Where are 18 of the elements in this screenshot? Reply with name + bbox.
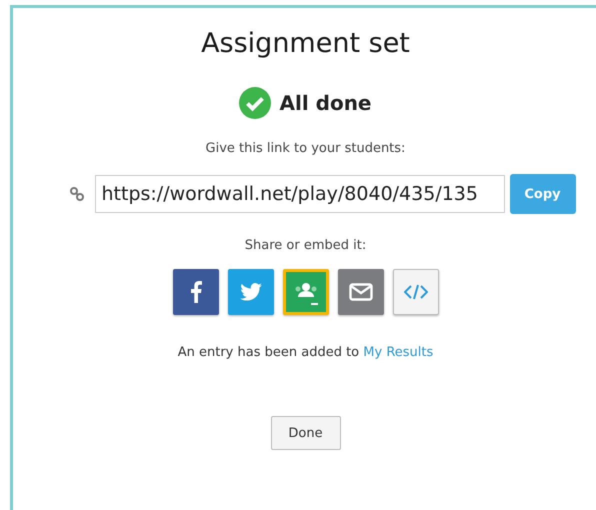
link-icon [70,187,84,201]
email-share-button[interactable] [338,269,384,315]
facebook-share-button[interactable] [172,269,218,315]
result-sentence: An entry has been added to My Results [178,345,434,360]
code-icon [404,284,428,300]
dialog-title: Assignment set [201,28,410,59]
embed-button[interactable] [392,269,438,315]
done-button[interactable]: Done [270,416,340,450]
share-prompt: Share or embed it: [244,238,366,253]
facebook-icon [190,281,202,303]
check-icon [239,87,272,119]
classroom-share-button[interactable] [282,269,328,315]
twitter-share-button[interactable] [228,269,274,315]
status-text: All done [279,91,372,115]
link-prompt: Give this link to your students: [206,141,406,156]
envelope-icon [348,283,372,301]
bird-icon [240,283,262,301]
link-field[interactable]: https://wordwall.net/play/8040/435/135 [94,175,504,213]
